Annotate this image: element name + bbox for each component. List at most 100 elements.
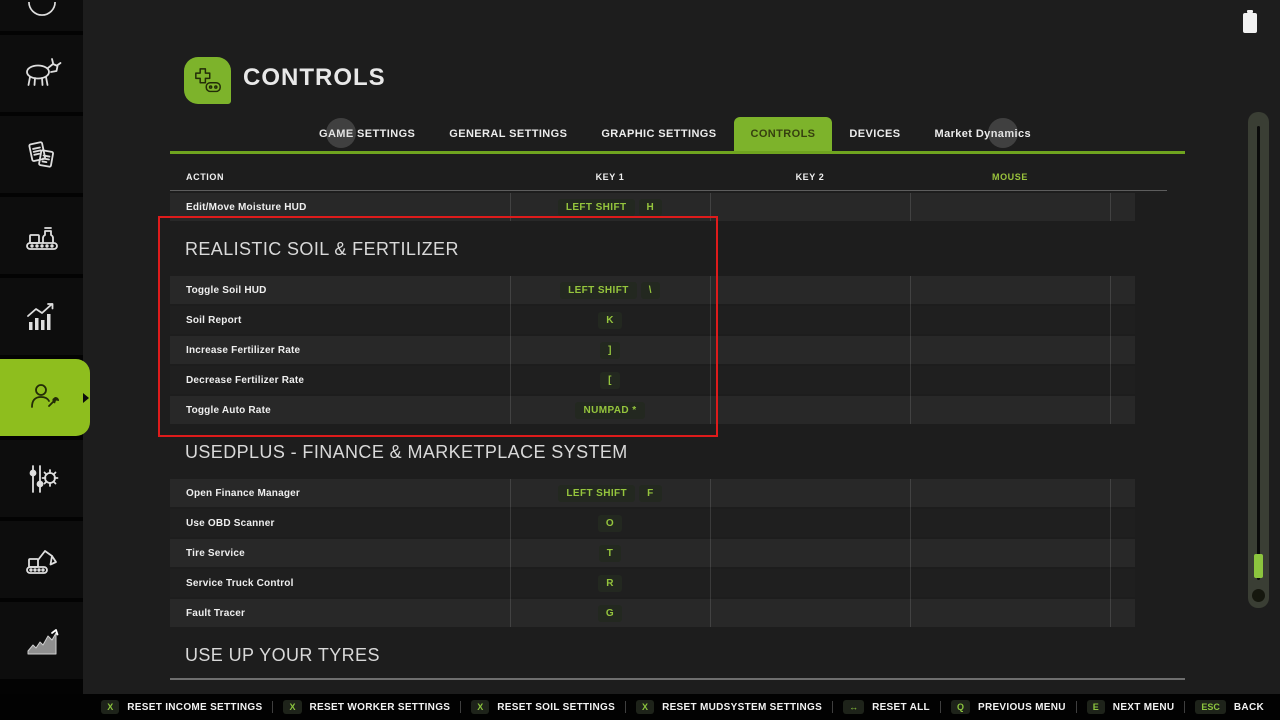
- key-hint-badge: X: [471, 700, 489, 714]
- key-badge: R: [598, 575, 622, 592]
- column-key2: KEY 2: [710, 172, 910, 188]
- key1-binding-cell[interactable]: T: [510, 545, 710, 562]
- action-label: RESET MUDSYSTEM SETTINGS: [662, 702, 822, 713]
- table-row[interactable]: Fault Tracer G: [170, 599, 1135, 627]
- action-label: Toggle Auto Rate: [170, 405, 510, 416]
- key-badge: LEFT SHIFT: [558, 199, 635, 216]
- section-rows: Edit/Move Moisture HUDLEFT SHIFTH: [170, 193, 1135, 221]
- statistics-bars-icon: [22, 297, 62, 337]
- action-label: RESET WORKER SETTINGS: [310, 702, 451, 713]
- key1-binding-cell[interactable]: ]: [510, 342, 710, 359]
- table-body: Edit/Move Moisture HUDLEFT SHIFTHREALIST…: [170, 193, 1185, 690]
- sidebar-item-animals[interactable]: [0, 35, 83, 112]
- action-label: RESET ALL: [872, 702, 930, 713]
- bottom-action-next-menu[interactable]: ENEXT MENU: [1077, 700, 1185, 714]
- action-label: Tire Service: [170, 548, 510, 559]
- section-title-usedplus-finance-marketplace-system: USEDPLUS - FINANCE & MARKETPLACE SYSTEM: [185, 442, 1185, 463]
- action-label: Decrease Fertilizer Rate: [170, 375, 510, 386]
- bottom-action-reset-all[interactable]: ↔RESET ALL: [833, 700, 940, 714]
- scrollbar-track[interactable]: [1257, 126, 1260, 580]
- action-label: Toggle Soil HUD: [170, 285, 510, 296]
- key1-binding-cell[interactable]: O: [510, 515, 710, 532]
- table-row[interactable]: Use OBD ScannerO: [170, 509, 1135, 537]
- tab-nav-dot-right[interactable]: [988, 118, 1018, 148]
- tab-graphic-settings[interactable]: GRAPHIC SETTINGS: [584, 117, 733, 151]
- table-row[interactable]: Soil ReportK: [170, 306, 1135, 334]
- scrollbar-thumb[interactable]: [1254, 554, 1263, 578]
- table-row[interactable]: Decrease Fertilizer Rate[: [170, 366, 1135, 394]
- controls-settings-screen: CONTROLS GAME SETTINGSGENERAL SETTINGSGR…: [0, 0, 1280, 720]
- key1-binding-cell[interactable]: K: [510, 312, 710, 329]
- column-divider: [910, 276, 911, 424]
- action-label: Fault Tracer: [170, 608, 510, 619]
- bottom-action-reset-mudsystem-settings[interactable]: XRESET MUDSYSTEM SETTINGS: [626, 700, 832, 714]
- table-row[interactable]: Service Truck Control R: [170, 569, 1135, 597]
- column-divider: [710, 193, 711, 221]
- key1-binding-cell[interactable]: LEFT SHIFTF: [510, 485, 710, 502]
- action-label: RESET SOIL SETTINGS: [497, 702, 615, 713]
- column-divider: [910, 479, 911, 627]
- bottom-action-reset-worker-settings[interactable]: XRESET WORKER SETTINGS: [273, 700, 460, 714]
- table-row[interactable]: Open Finance ManagerLEFT SHIFTF: [170, 479, 1135, 507]
- action-label: Service Truck Control: [170, 578, 510, 589]
- section-rows: Toggle Soil HUDLEFT SHIFT\Soil ReportKIn…: [170, 276, 1135, 424]
- page-title: CONTROLS: [243, 64, 386, 92]
- column-divider: [1110, 276, 1111, 424]
- table-row[interactable]: Increase Fertilizer Rate]: [170, 336, 1135, 364]
- tuning-sliders-gear-icon: [22, 459, 62, 499]
- table-row[interactable]: Toggle Auto RateNUMPAD *: [170, 396, 1135, 424]
- key1-binding-cell[interactable]: LEFT SHIFTH: [510, 199, 710, 216]
- sidebar-item-clock[interactable]: [0, 0, 83, 31]
- key1-binding-cell[interactable]: G: [510, 605, 710, 622]
- key-hint-badge: Q: [951, 700, 970, 714]
- key1-binding-cell[interactable]: NUMPAD *: [510, 402, 710, 419]
- bottom-action-previous-menu[interactable]: QPREVIOUS MENU: [941, 700, 1076, 714]
- tab-nav-dot-left[interactable]: [326, 118, 356, 148]
- key1-binding-cell[interactable]: LEFT SHIFT\: [510, 282, 710, 299]
- tab-underline: [170, 151, 1185, 154]
- key-badge: O: [598, 515, 622, 532]
- bottom-action-bar: XRESET INCOME SETTINGSXRESET WORKER SETT…: [0, 694, 1280, 720]
- key-badge: T: [599, 545, 622, 562]
- tab-market-dynamics[interactable]: Market Dynamics: [918, 117, 1049, 151]
- key-badge: H: [639, 199, 663, 216]
- scrollbar-end-cap: [1252, 589, 1265, 602]
- section-rows: Open Finance ManagerLEFT SHIFTFUse OBD S…: [170, 479, 1135, 627]
- gamepad-icon: [188, 61, 228, 101]
- table-row[interactable]: Tire Service T: [170, 539, 1135, 567]
- tab-general-settings[interactable]: GENERAL SETTINGS: [432, 117, 584, 151]
- sidebar-item-workers[interactable]: [0, 359, 90, 436]
- table-row[interactable]: Toggle Soil HUDLEFT SHIFT\: [170, 276, 1135, 304]
- key-badge: F: [639, 485, 662, 502]
- key-hint-badge: ESC: [1195, 700, 1226, 714]
- column-divider: [1110, 479, 1111, 627]
- tab-devices[interactable]: DEVICES: [832, 117, 917, 151]
- sidebar-item-contracts[interactable]: [0, 116, 83, 193]
- sidebar-item-tuning[interactable]: [0, 440, 83, 517]
- scrollbar[interactable]: [1248, 112, 1269, 608]
- sidebar-item-statistics[interactable]: [0, 278, 83, 355]
- sidebar-item-construction[interactable]: [0, 521, 83, 598]
- tab-controls[interactable]: CONTROLS: [734, 117, 833, 151]
- action-label: Open Finance Manager: [170, 488, 510, 499]
- economy-graph-icon: [22, 621, 62, 661]
- table-row[interactable]: Edit/Move Moisture HUDLEFT SHIFTH: [170, 193, 1135, 221]
- key1-binding-cell[interactable]: [: [510, 372, 710, 389]
- action-label: NEXT MENU: [1113, 702, 1175, 713]
- worker-wrench-icon: [25, 378, 65, 418]
- action-label: RESET INCOME SETTINGS: [127, 702, 262, 713]
- bottom-action-reset-income-settings[interactable]: XRESET INCOME SETTINGS: [91, 700, 272, 714]
- bottom-action-back[interactable]: ESCBACK: [1185, 700, 1274, 714]
- column-key1: KEY 1: [510, 172, 710, 188]
- column-divider: [910, 193, 911, 221]
- column-mouse: MOUSE: [910, 172, 1110, 188]
- bottom-action-reset-soil-settings[interactable]: X RESET SOIL SETTINGS: [461, 700, 625, 714]
- action-label: Soil Report: [170, 315, 510, 326]
- controls-header-icon: [184, 57, 231, 104]
- production-conveyor-icon: [22, 216, 62, 256]
- key1-binding-cell[interactable]: R: [510, 575, 710, 592]
- key-badge: G: [598, 605, 622, 622]
- tab-game-settings[interactable]: GAME SETTINGS: [302, 117, 432, 151]
- sidebar-item-economy[interactable]: [0, 602, 83, 679]
- sidebar-item-production[interactable]: [0, 197, 83, 274]
